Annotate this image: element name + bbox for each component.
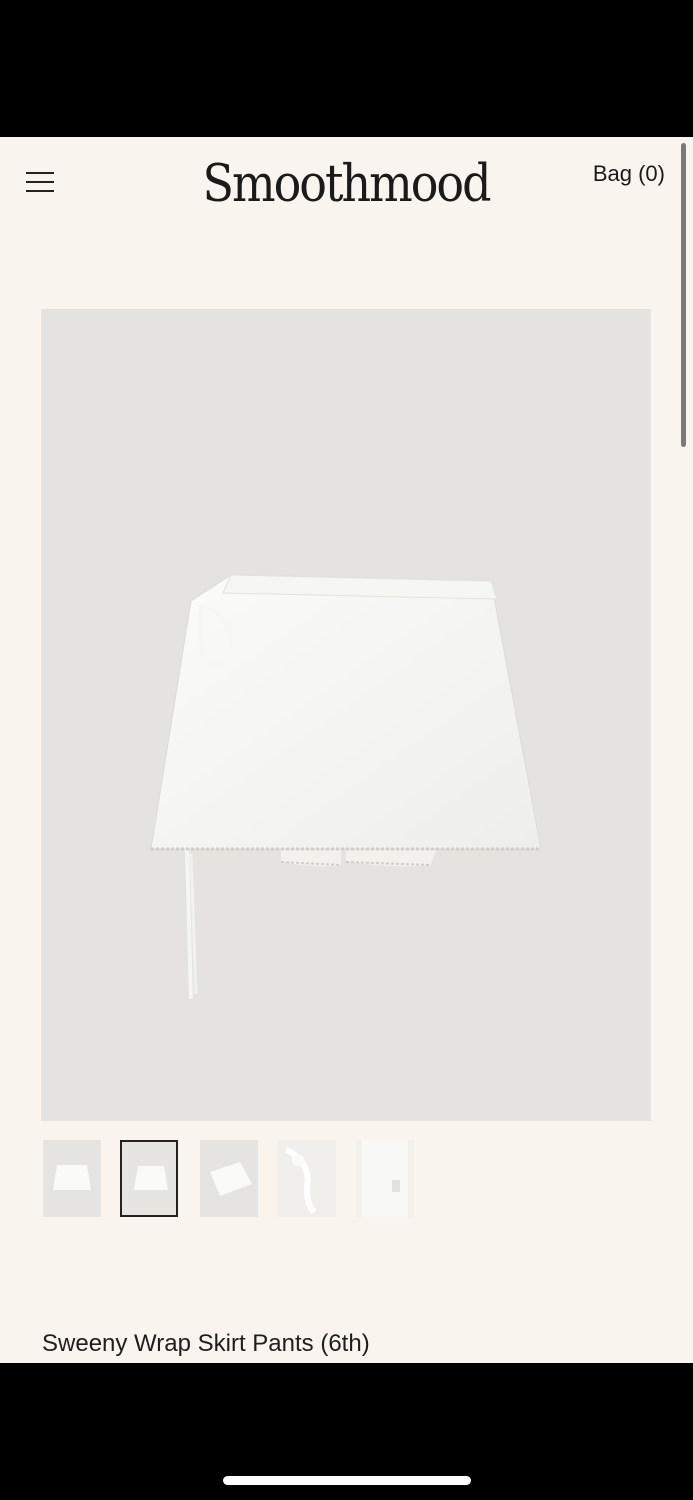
home-indicator[interactable] xyxy=(223,1476,471,1485)
thumbnail-angle[interactable] xyxy=(200,1140,258,1217)
thumbnail-tie-detail[interactable] xyxy=(278,1140,336,1217)
thumbnail-strip xyxy=(43,1140,443,1220)
scrollbar[interactable] xyxy=(681,143,686,447)
product-title: Sweeny Wrap Skirt Pants (6th) xyxy=(42,1330,370,1357)
thumbnail-front[interactable] xyxy=(43,1140,101,1217)
bag-button[interactable]: Bag (0) xyxy=(593,161,665,187)
brand-logo[interactable]: Smoothmood xyxy=(196,140,496,225)
hamburger-menu-icon[interactable] xyxy=(24,167,58,197)
product-main-image[interactable] xyxy=(41,309,651,1121)
product-page: Smoothmood Bag (0) Sweeny Wrap Skirt Pan… xyxy=(0,137,693,1363)
thumbnail-side-detail[interactable] xyxy=(356,1140,414,1217)
status-bar xyxy=(0,0,693,137)
thumbnail-front-flat[interactable] xyxy=(120,1140,178,1217)
